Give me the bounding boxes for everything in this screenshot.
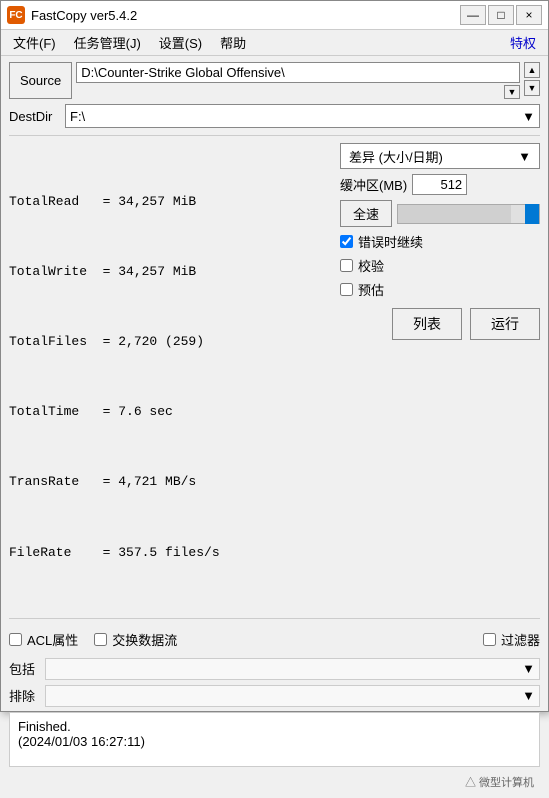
minimize-button[interactable]: — — [460, 5, 486, 25]
title-bar-left: FC FastCopy ver5.4.2 — [7, 6, 137, 24]
divider-1 — [9, 135, 540, 136]
acl-checkbox[interactable] — [9, 633, 22, 646]
bottom-options-row: ACL属性 交换数据流 过滤器 — [9, 626, 540, 653]
filter-right: 过滤器 — [483, 630, 540, 649]
diff-select[interactable]: 差异 (大小/日期) ▼ — [340, 143, 540, 169]
main-window: FC FastCopy ver5.4.2 — □ × 文件(F) 任务管理(J)… — [0, 0, 549, 712]
destdir-row: DestDir F:\ ▼ — [9, 104, 540, 128]
stream-group: 交换数据流 — [94, 630, 177, 649]
watermark: △ 微型计算机 — [9, 772, 540, 792]
menu-bar: 文件(F) 任务管理(J) 设置(S) 帮助 特权 — [1, 30, 548, 56]
menu-file[interactable]: 文件(F) — [5, 31, 64, 54]
error-continue-row: 错误时继续 — [340, 232, 540, 251]
menu-help[interactable]: 帮助 — [212, 31, 254, 54]
source-row: Source D:\Counter-Strike Global Offensiv… — [9, 62, 540, 99]
filter-label[interactable]: 过滤器 — [501, 630, 540, 649]
options-panel: 差异 (大小/日期) ▼ 缓冲区(MB) 全速 — [340, 143, 540, 611]
stat-line-1: TotalRead = 34,257 MiB — [9, 190, 332, 213]
exclude-label: 排除 — [9, 686, 39, 705]
stream-label[interactable]: 交换数据流 — [112, 630, 177, 649]
stat-line-6: FileRate = 357.5 files/s — [9, 541, 332, 564]
menu-special[interactable]: 特权 — [502, 31, 544, 54]
include-label: 包括 — [9, 659, 39, 678]
exclude-select[interactable]: ▼ — [45, 685, 540, 707]
divider-2 — [9, 618, 540, 619]
estimate-row: 预估 — [340, 280, 540, 299]
title-buttons: — □ × — [460, 5, 542, 25]
menu-items: 文件(F) 任务管理(J) 设置(S) 帮助 — [5, 31, 254, 54]
diff-select-icon: ▼ — [518, 149, 531, 164]
run-button[interactable]: 运行 — [470, 308, 540, 340]
app-icon: FC — [7, 6, 25, 24]
include-select[interactable]: ▼ — [45, 658, 540, 680]
destdir-label: DestDir — [9, 109, 61, 124]
acl-group: ACL属性 — [9, 630, 78, 649]
scroll-down-button[interactable]: ▼ — [524, 80, 540, 96]
title-bar: FC FastCopy ver5.4.2 — □ × — [1, 1, 548, 30]
acl-label[interactable]: ACL属性 — [27, 630, 78, 649]
main-content: Source D:\Counter-Strike Global Offensiv… — [1, 56, 548, 798]
source-path-text: D:\Counter-Strike Global Offensive\ — [81, 65, 285, 80]
verify-label[interactable]: 校验 — [358, 256, 384, 275]
maximize-button[interactable]: □ — [488, 5, 514, 25]
menu-settings[interactable]: 设置(S) — [151, 31, 210, 54]
speed-slider[interactable] — [397, 204, 540, 224]
action-buttons: 列表 运行 — [340, 308, 540, 340]
source-path[interactable]: D:\Counter-Strike Global Offensive\ — [76, 62, 520, 83]
menu-tasks[interactable]: 任务管理(J) — [66, 31, 149, 54]
buffer-label: 缓冲区(MB) — [340, 175, 407, 194]
window-title: FastCopy ver5.4.2 — [31, 8, 137, 23]
buffer-row: 缓冲区(MB) — [340, 174, 540, 195]
scroll-buttons: ▲ ▼ — [524, 62, 540, 99]
include-filter-row: 包括 ▼ — [9, 658, 540, 680]
speed-row: 全速 — [340, 200, 540, 227]
stat-line-5: TransRate = 4,721 MB/s — [9, 470, 332, 493]
stats-panel: TotalRead = 34,257 MiB TotalWrite = 34,2… — [9, 143, 332, 611]
error-continue-checkbox[interactable] — [340, 235, 353, 248]
stat-line-3: TotalFiles = 2,720 (259) — [9, 330, 332, 353]
destdir-dropdown-icon: ▼ — [522, 109, 535, 124]
destdir-path: F:\ — [70, 109, 85, 124]
status-line-1: Finished. — [18, 719, 531, 734]
filter-checkbox[interactable] — [483, 633, 496, 646]
source-dropdown-button[interactable]: ▼ — [504, 85, 520, 99]
estimate-label[interactable]: 预估 — [358, 280, 384, 299]
middle-section: TotalRead = 34,257 MiB TotalWrite = 34,2… — [9, 143, 540, 611]
include-dropdown-icon: ▼ — [522, 661, 535, 676]
status-bar: Finished. (2024/01/03 16:27:11) — [9, 712, 540, 767]
list-button[interactable]: 列表 — [392, 308, 462, 340]
verify-row: 校验 — [340, 256, 540, 275]
exclude-dropdown-icon: ▼ — [522, 688, 535, 703]
speed-slider-thumb[interactable] — [525, 204, 539, 224]
stream-checkbox[interactable] — [94, 633, 107, 646]
stat-line-4: TotalTime = 7.6 sec — [9, 400, 332, 423]
source-button[interactable]: Source — [9, 62, 72, 99]
status-line-2: (2024/01/03 16:27:11) — [18, 734, 531, 749]
buffer-input[interactable] — [412, 174, 467, 195]
speed-slider-fill — [398, 205, 511, 223]
diff-select-label: 差异 (大小/日期) — [349, 147, 443, 166]
error-continue-label[interactable]: 错误时继续 — [358, 232, 423, 251]
close-button[interactable]: × — [516, 5, 542, 25]
exclude-filter-row: 排除 ▼ — [9, 685, 540, 707]
stat-line-2: TotalWrite = 34,257 MiB — [9, 260, 332, 283]
verify-checkbox[interactable] — [340, 259, 353, 272]
speed-button[interactable]: 全速 — [340, 200, 392, 227]
estimate-checkbox[interactable] — [340, 283, 353, 296]
destdir-select[interactable]: F:\ ▼ — [65, 104, 540, 128]
scroll-up-button[interactable]: ▲ — [524, 62, 540, 78]
